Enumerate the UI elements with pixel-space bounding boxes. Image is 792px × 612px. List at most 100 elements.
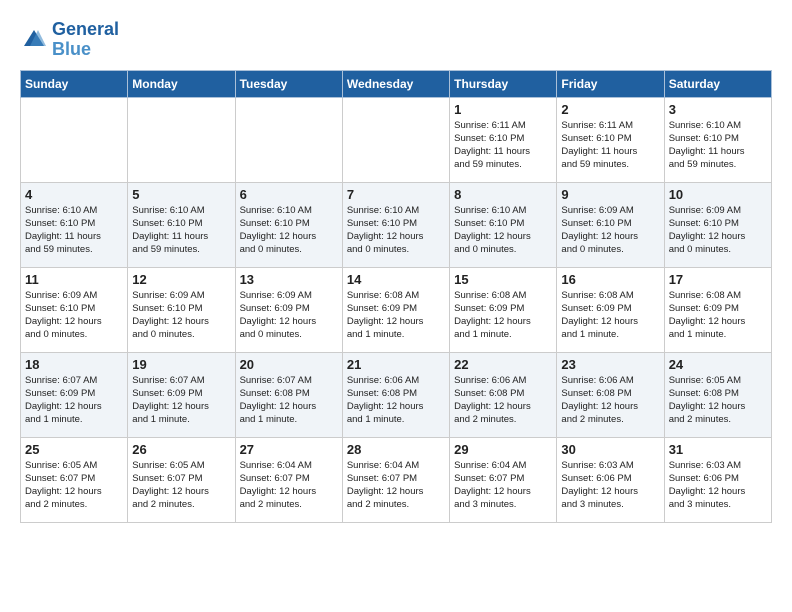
day-number: 17 — [669, 272, 767, 287]
day-number: 31 — [669, 442, 767, 457]
day-number: 23 — [561, 357, 659, 372]
logo: General Blue — [20, 20, 119, 60]
logo-text: General Blue — [52, 20, 119, 60]
calendar-cell-1-1: 5 Sunrise: 6:10 AM Sunset: 6:10 PM Daylig… — [128, 182, 235, 267]
weekday-wednesday: Wednesday — [342, 70, 449, 97]
day-number: 27 — [240, 442, 338, 457]
day-number: 3 — [669, 102, 767, 117]
day-number: 19 — [132, 357, 230, 372]
week-row-4: 18 Sunrise: 6:07 AM Sunset: 6:09 PM Dayli… — [21, 352, 772, 437]
cell-info: Sunrise: 6:08 AM Sunset: 6:09 PM Dayligh… — [561, 289, 659, 342]
calendar-cell-3-2: 20 Sunrise: 6:07 AM Sunset: 6:08 PM Dayli… — [235, 352, 342, 437]
calendar-cell-4-1: 26 Sunrise: 6:05 AM Sunset: 6:07 PM Dayli… — [128, 437, 235, 522]
calendar-cell-0-5: 2 Sunrise: 6:11 AM Sunset: 6:10 PM Daylig… — [557, 97, 664, 182]
day-number: 14 — [347, 272, 445, 287]
calendar-cell-1-4: 8Sunrise: 6:10 AM Sunset: 6:10 PM Daylig… — [450, 182, 557, 267]
cell-info: Sunrise: 6:09 AM Sunset: 6:09 PM Dayligh… — [240, 289, 338, 342]
calendar-cell-2-5: 16 Sunrise: 6:08 AM Sunset: 6:09 PM Dayli… — [557, 267, 664, 352]
calendar-cell-3-5: 23 Sunrise: 6:06 AM Sunset: 6:08 PM Dayli… — [557, 352, 664, 437]
calendar-cell-4-4: 29 Sunrise: 6:04 AM Sunset: 6:07 PM Dayli… — [450, 437, 557, 522]
day-number: 12 — [132, 272, 230, 287]
weekday-friday: Friday — [557, 70, 664, 97]
day-number: 21 — [347, 357, 445, 372]
calendar-cell-0-3 — [342, 97, 449, 182]
cell-info: Sunrise: 6:03 AM Sunset: 6:06 PM Dayligh… — [561, 459, 659, 512]
cell-info: Sunrise: 6:09 AM Sunset: 6:10 PM Dayligh… — [132, 289, 230, 342]
cell-info: Sunrise: 6:11 AM Sunset: 6:10 PM Dayligh… — [561, 119, 659, 172]
cell-info: Sunrise: 6:10 AM Sunset: 6:10 PM Dayligh… — [240, 204, 338, 257]
cell-info: Sunrise: 6:10 AM Sunset: 6:10 PM Dayligh… — [132, 204, 230, 257]
day-number: 11 — [25, 272, 123, 287]
calendar-cell-0-4: 1Sunrise: 6:11 AM Sunset: 6:10 PM Daylig… — [450, 97, 557, 182]
calendar-cell-3-6: 24 Sunrise: 6:05 AM Sunset: 6:08 PM Dayli… — [664, 352, 771, 437]
week-row-1: 1Sunrise: 6:11 AM Sunset: 6:10 PM Daylig… — [21, 97, 772, 182]
logo-icon — [20, 26, 48, 54]
cell-info: Sunrise: 6:06 AM Sunset: 6:08 PM Dayligh… — [561, 374, 659, 427]
page-header: General Blue — [20, 20, 772, 60]
cell-info: Sunrise: 6:03 AM Sunset: 6:06 PM Dayligh… — [669, 459, 767, 512]
day-number: 2 — [561, 102, 659, 117]
day-number: 20 — [240, 357, 338, 372]
cell-info: Sunrise: 6:06 AM Sunset: 6:08 PM Dayligh… — [347, 374, 445, 427]
cell-info: Sunrise: 6:04 AM Sunset: 6:07 PM Dayligh… — [240, 459, 338, 512]
day-number: 26 — [132, 442, 230, 457]
week-row-5: 25 Sunrise: 6:05 AM Sunset: 6:07 PM Dayli… — [21, 437, 772, 522]
day-number: 28 — [347, 442, 445, 457]
calendar-table: SundayMondayTuesdayWednesdayThursdayFrid… — [20, 70, 772, 523]
calendar-cell-3-0: 18Sunrise: 6:07 AM Sunset: 6:09 PM Dayli… — [21, 352, 128, 437]
cell-info: Sunrise: 6:08 AM Sunset: 6:09 PM Dayligh… — [347, 289, 445, 342]
calendar-cell-0-0 — [21, 97, 128, 182]
day-number: 7 — [347, 187, 445, 202]
cell-info: Sunrise: 6:06 AM Sunset: 6:08 PM Dayligh… — [454, 374, 552, 427]
calendar-cell-1-6: 10 Sunrise: 6:09 AM Sunset: 6:10 PM Dayli… — [664, 182, 771, 267]
calendar-cell-0-2 — [235, 97, 342, 182]
cell-info: Sunrise: 6:10 AM Sunset: 6:10 PM Dayligh… — [669, 119, 767, 172]
calendar-cell-2-1: 12 Sunrise: 6:09 AM Sunset: 6:10 PM Dayli… — [128, 267, 235, 352]
cell-info: Sunrise: 6:04 AM Sunset: 6:07 PM Dayligh… — [454, 459, 552, 512]
day-number: 5 — [132, 187, 230, 202]
calendar-cell-2-4: 15 Sunrise: 6:08 AM Sunset: 6:09 PM Dayli… — [450, 267, 557, 352]
weekday-monday: Monday — [128, 70, 235, 97]
day-number: 22 — [454, 357, 552, 372]
cell-info: Sunrise: 6:08 AM Sunset: 6:09 PM Dayligh… — [454, 289, 552, 342]
calendar-cell-3-1: 19 Sunrise: 6:07 AM Sunset: 6:09 PM Dayli… — [128, 352, 235, 437]
calendar-cell-1-2: 6 Sunrise: 6:10 AM Sunset: 6:10 PM Daylig… — [235, 182, 342, 267]
calendar-cell-4-0: 25 Sunrise: 6:05 AM Sunset: 6:07 PM Dayli… — [21, 437, 128, 522]
cell-info: Sunrise: 6:05 AM Sunset: 6:08 PM Dayligh… — [669, 374, 767, 427]
cell-info: Sunrise: 6:05 AM Sunset: 6:07 PM Dayligh… — [25, 459, 123, 512]
day-number: 30 — [561, 442, 659, 457]
day-number: 9 — [561, 187, 659, 202]
calendar-cell-3-4: 22 Sunrise: 6:06 AM Sunset: 6:08 PM Dayli… — [450, 352, 557, 437]
cell-info: Sunrise: 6:04 AM Sunset: 6:07 PM Dayligh… — [347, 459, 445, 512]
day-number: 18 — [25, 357, 123, 372]
day-number: 16 — [561, 272, 659, 287]
weekday-saturday: Saturday — [664, 70, 771, 97]
weekday-sunday: Sunday — [21, 70, 128, 97]
calendar-cell-4-6: 31 Sunrise: 6:03 AM Sunset: 6:06 PM Dayli… — [664, 437, 771, 522]
cell-info: Sunrise: 6:07 AM Sunset: 6:09 PM Dayligh… — [132, 374, 230, 427]
calendar-cell-4-5: 30 Sunrise: 6:03 AM Sunset: 6:06 PM Dayli… — [557, 437, 664, 522]
day-number: 24 — [669, 357, 767, 372]
day-number: 13 — [240, 272, 338, 287]
day-number: 10 — [669, 187, 767, 202]
cell-info: Sunrise: 6:09 AM Sunset: 6:10 PM Dayligh… — [25, 289, 123, 342]
cell-info: Sunrise: 6:05 AM Sunset: 6:07 PM Dayligh… — [132, 459, 230, 512]
cell-info: Sunrise: 6:10 AM Sunset: 6:10 PM Dayligh… — [347, 204, 445, 257]
day-number: 29 — [454, 442, 552, 457]
calendar-cell-1-5: 9 Sunrise: 6:09 AM Sunset: 6:10 PM Daylig… — [557, 182, 664, 267]
cell-info: Sunrise: 6:10 AM Sunset: 6:10 PM Dayligh… — [25, 204, 123, 257]
day-number: 6 — [240, 187, 338, 202]
cell-info: Sunrise: 6:09 AM Sunset: 6:10 PM Dayligh… — [669, 204, 767, 257]
cell-info: Sunrise: 6:09 AM Sunset: 6:10 PM Dayligh… — [561, 204, 659, 257]
cell-info: Sunrise: 6:07 AM Sunset: 6:08 PM Dayligh… — [240, 374, 338, 427]
week-row-3: 11 Sunrise: 6:09 AM Sunset: 6:10 PM Dayli… — [21, 267, 772, 352]
cell-info: Sunrise: 6:08 AM Sunset: 6:09 PM Dayligh… — [669, 289, 767, 342]
weekday-thursday: Thursday — [450, 70, 557, 97]
calendar-cell-0-1 — [128, 97, 235, 182]
calendar-cell-3-3: 21 Sunrise: 6:06 AM Sunset: 6:08 PM Dayli… — [342, 352, 449, 437]
week-row-2: 4 Sunrise: 6:10 AM Sunset: 6:10 PM Daylig… — [21, 182, 772, 267]
day-number: 4 — [25, 187, 123, 202]
cell-info: Sunrise: 6:10 AM Sunset: 6:10 PM Dayligh… — [454, 204, 552, 257]
day-number: 15 — [454, 272, 552, 287]
day-number: 25 — [25, 442, 123, 457]
